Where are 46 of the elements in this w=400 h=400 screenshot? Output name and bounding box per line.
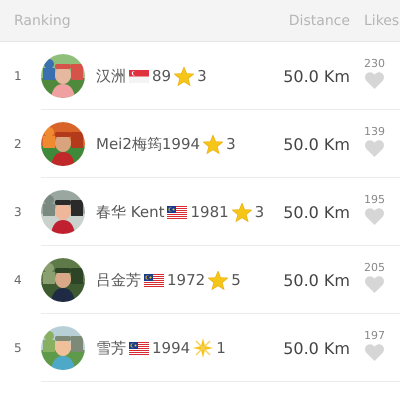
runner-name: 1994 [152,339,190,357]
heart-icon[interactable] [365,276,384,293]
rank-number: 2 [13,137,23,151]
runner-name: Mei2梅筠1994 [96,134,200,154]
likes-count: 230 [364,57,385,70]
likes-count: 195 [364,193,385,206]
star-icon [208,270,228,290]
flag-icon [144,274,164,286]
runner-name: 1981 [190,203,229,221]
heart-icon[interactable] [365,344,384,361]
sparkle-icon [193,338,214,358]
star-icon [174,66,194,86]
rank-number: 1 [13,69,23,83]
distance-value: 50.0 Km [283,270,350,290]
runner-name: 3 [254,203,264,221]
ranking-heading: Ranking [14,12,72,28]
runner-name: 1 [216,339,226,357]
runner-name: 3 [226,135,236,153]
distance-value: 50.0 Km [283,202,350,222]
likes-count: 139 [364,125,385,138]
runner-name: 1972 [167,271,206,289]
heart-icon[interactable] [365,208,384,225]
heart-icon[interactable] [365,140,384,157]
runner-name: 雪芳 [96,338,126,358]
flag-icon [129,342,149,354]
runner-name: 5 [231,271,241,289]
distance-value: 50.0 Km [283,338,350,358]
distance-value: 50.0 Km [283,134,350,154]
flag-icon [129,70,149,82]
likes-heading: Likes [364,12,400,28]
runner-name: 吕金芳 [96,270,141,290]
heart-icon[interactable] [365,72,384,89]
runner-name: 3 [197,67,207,85]
star-icon [232,202,252,222]
rank-number: 3 [13,205,23,219]
rank-number: 5 [13,341,23,355]
runner-name: 89 [152,67,172,85]
runner-name: 汉洲 [96,66,126,86]
star-icon [203,134,224,154]
distance-value: 50.0 Km [283,66,350,86]
runner-name: 春华 Kent [96,202,164,222]
flag-icon [167,206,188,218]
likes-count: 205 [364,261,385,274]
distance-heading: Distance [288,12,350,28]
likes-count: 197 [364,329,385,342]
rank-number: 4 [13,273,23,287]
